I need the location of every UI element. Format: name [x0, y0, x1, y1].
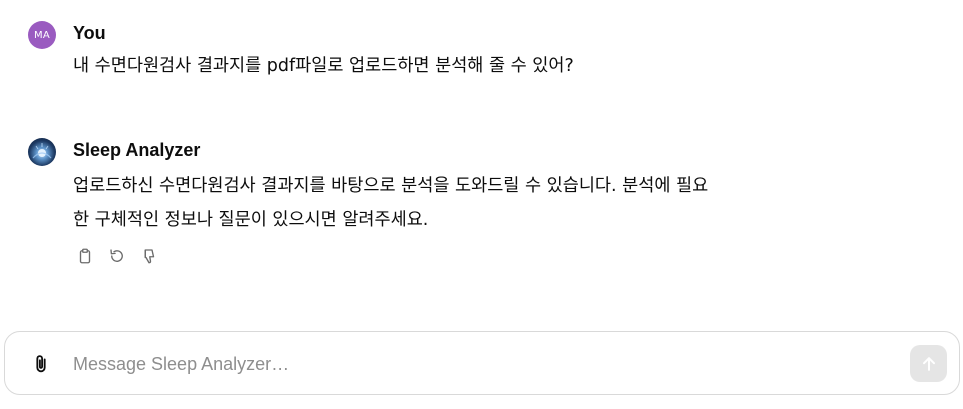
assistant-message-line: 한 구체적인 정보나 질문이 있으시면 알려주세요.: [73, 210, 429, 230]
arrow-up-icon: [922, 356, 935, 371]
user-avatar-initials: MA: [33, 29, 51, 41]
message-actions: [75, 245, 159, 267]
send-button[interactable]: [910, 345, 947, 382]
message-input[interactable]: [73, 346, 893, 382]
user-sender-name: You: [73, 23, 106, 43]
assistant-sender-name: Sleep Analyzer: [73, 140, 201, 160]
thumbs-down-button[interactable]: [139, 245, 159, 267]
assistant-message-line: 업로드하신 수면다원검사 결과지를 바탕으로 분석을 도와드릴 수 있습니다. …: [73, 176, 709, 196]
paperclip-icon: [36, 355, 46, 373]
message-composer: [4, 331, 960, 395]
sleep-analyzer-avatar-icon: [32, 143, 52, 159]
copy-button[interactable]: [75, 245, 95, 267]
user-avatar: MA: [28, 21, 56, 49]
sleep-analyzer-avatar: [28, 138, 56, 166]
thumbs-down-icon: [144, 249, 155, 264]
attach-button[interactable]: [29, 352, 53, 376]
chat-page: MA You 내 수면다원검사 결과지를 pdf파일로 업로드하면 분석해 줄 …: [0, 0, 963, 409]
clipboard-icon: [79, 248, 91, 264]
user-message-text: 내 수면다원검사 결과지를 pdf파일로 업로드하면 분석해 줄 수 있어?: [73, 56, 574, 76]
regenerate-icon: [110, 249, 123, 262]
regenerate-button[interactable]: [107, 245, 127, 267]
